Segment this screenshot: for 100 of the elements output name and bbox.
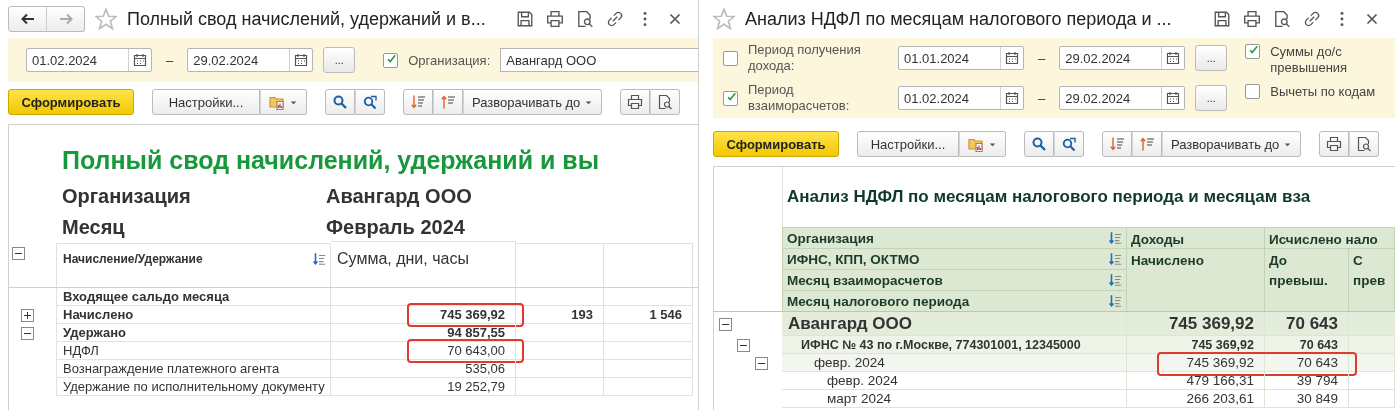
option-label: Вычеты по кодам [1270,84,1377,100]
search-icon [1031,136,1047,152]
report-variant-button[interactable] [959,131,1006,157]
sort-ascending-button[interactable] [1132,131,1162,157]
period-label: Период получения дохода: [748,42,862,74]
table-cell: 1 546 [604,306,693,324]
sort-descending-icon [410,94,426,110]
calendar-icon [293,52,310,68]
star-icon[interactable] [95,8,117,30]
tree-toggle[interactable] [12,247,25,260]
date-field[interactable]: 29.02.2024 [1059,86,1186,110]
table-cell: февр. 2024 [782,372,1127,390]
printer-icon [1326,136,1343,152]
save-icon[interactable] [1213,10,1231,28]
save-icon[interactable] [516,10,534,28]
period-button[interactable]: ... [323,47,356,73]
checkbox[interactable] [383,52,399,68]
sort-ascending-icon [440,94,456,110]
table-cell: ИФНС № 43 по г.Москве, 774301001, 12345000 [782,336,1127,354]
parameter-label: Организация [61,185,192,208]
date-field[interactable]: 01.02.2024 [898,86,1024,110]
period-button[interactable]: ... [1195,45,1228,71]
print-button[interactable] [620,89,651,115]
printer-icon[interactable] [546,10,564,28]
document-search-icon[interactable] [576,10,594,28]
table-cell: 70 643 [1265,312,1349,336]
generate-button[interactable]: Сформировать [8,89,134,115]
checkbox[interactable] [723,90,738,106]
expand-dropdown[interactable]: Разворачивать до [463,89,603,115]
search-refresh-button[interactable] [355,89,385,115]
star-icon[interactable] [713,8,735,30]
date-field[interactable]: 01.02.2024 [26,48,152,72]
sort-descending-button[interactable] [1102,131,1132,157]
calendar-icon [1004,90,1020,106]
search-button[interactable] [1024,131,1054,157]
table-cell: 479 166,31 [1127,372,1265,390]
search-refresh-button[interactable] [1054,131,1084,157]
sort-ascending-button[interactable] [433,89,463,115]
table-cell: 70 643,00 [331,342,516,360]
report-variant-button[interactable] [260,89,307,115]
column-header: Исчислено нало [1265,227,1395,248]
table-cell: 745 369,92 [331,306,516,324]
date-field[interactable]: 01.01.2024 [898,46,1024,70]
date-field[interactable]: 29.02.2024 [187,48,314,72]
table-cell [1349,336,1395,354]
column-header: Начисление/Удержание [63,252,203,266]
tree-toggle[interactable] [719,317,732,331]
generate-button[interactable]: Сформировать [713,131,839,157]
settings-button[interactable]: Настройки... [152,89,260,115]
option-label: Суммы до/с превышения [1270,44,1349,76]
back-arrow-icon [19,11,36,27]
tree-toggle[interactable] [737,338,750,352]
back-button[interactable] [8,6,47,32]
link-icon[interactable] [1303,10,1321,28]
search-button[interactable] [325,89,355,115]
tree-toggle[interactable] [21,308,34,322]
table-cell: 745 369,92 [1127,312,1265,336]
calendar-icon [1004,50,1020,66]
document-search-icon [1356,136,1373,152]
parameter-value: Авангард ООО [326,185,473,208]
range-dash: – [165,52,175,68]
printer-icon [627,94,644,110]
document-search-icon[interactable] [1273,10,1291,28]
table-cell: 94 857,55 [331,324,516,342]
table-cell: 19 252,79 [331,378,516,396]
preview-button[interactable] [1349,131,1380,157]
grouping-header: Месяц взаиморасчетов [787,272,943,288]
range-dash: – [1037,90,1047,106]
print-button[interactable] [1319,131,1350,157]
settings-button[interactable]: Настройки... [857,131,959,157]
sort-descending-button[interactable] [403,89,433,115]
table-cell [1349,372,1395,390]
window-title: Анализ НДФЛ по месяцам налогового периода и ... [745,8,1172,30]
organization-label: Организация: [408,52,491,68]
tree-toggle[interactable] [21,326,34,340]
table-cell: 39 794 [1265,372,1349,390]
grouping-header: Месяц налогового периода [787,293,970,309]
table-cell: 266 203,61 [1127,390,1265,408]
table-cell: 745 369,92 [1127,336,1265,354]
parameter-label: Месяц [61,216,126,239]
link-icon[interactable] [606,10,624,28]
printer-icon[interactable] [1243,10,1261,28]
sort-icon [1108,294,1122,308]
column-header: Начислено [1127,248,1265,311]
period-button[interactable]: ... [1195,85,1228,111]
checkbox[interactable] [1245,84,1261,99]
column-header: Доходы [1127,227,1265,248]
checkbox[interactable] [723,50,738,66]
organization-field[interactable]: Авангард ООО [500,48,698,72]
document-search-icon [657,94,674,110]
table-cell: февр. 2024 [782,354,1127,372]
date-field[interactable]: 29.02.2024 [1059,46,1186,70]
table-cell: НДФЛ [56,342,331,360]
preview-button[interactable] [650,89,681,115]
tree-toggle[interactable] [755,356,768,370]
sort-ascending-icon [1139,136,1155,152]
checkbox[interactable] [1245,44,1261,59]
table-cell: 745 369,92 [1127,354,1265,372]
expand-dropdown[interactable]: Разворачивать до [1162,131,1302,157]
range-dash: – [1037,50,1047,66]
